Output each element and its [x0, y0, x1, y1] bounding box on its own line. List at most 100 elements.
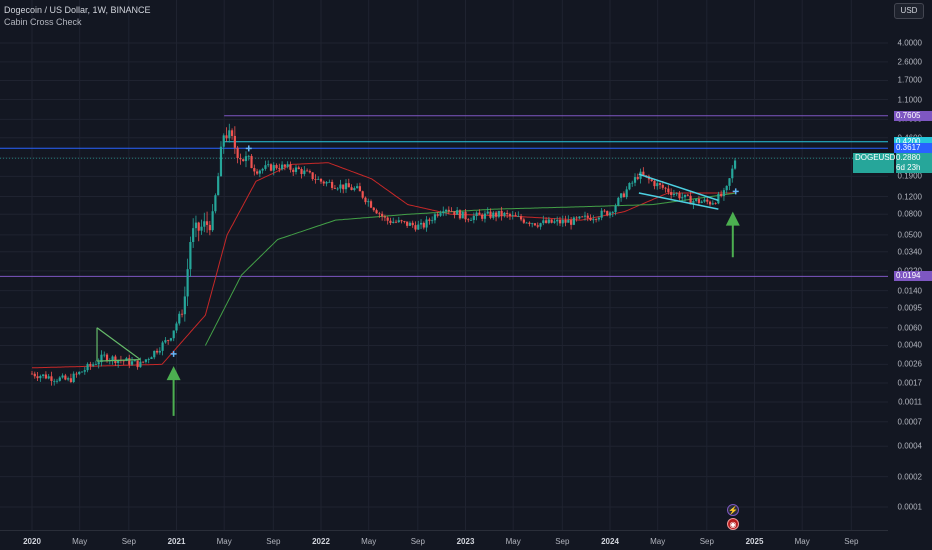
time-tick: May	[794, 537, 810, 546]
candle-body	[383, 216, 387, 218]
candle-body	[664, 187, 667, 189]
candle-body	[356, 186, 359, 189]
candle-body	[453, 211, 456, 215]
candle-body	[331, 181, 334, 188]
lightning-icon[interactable]: ⚡	[727, 504, 739, 516]
candle-body	[556, 219, 559, 222]
candle-body	[369, 201, 373, 208]
candle-body	[139, 361, 142, 368]
price-tick: 0.0800	[897, 209, 922, 219]
time-tick: 2024	[601, 537, 619, 546]
candle-body	[411, 222, 414, 226]
candle-body	[72, 373, 75, 382]
indicator-label[interactable]: Cabin Cross Check	[4, 16, 151, 28]
level-price-tag: 0.7605	[894, 110, 932, 121]
candle-body	[247, 155, 250, 157]
candle-body	[130, 361, 134, 365]
price-tick: 0.1200	[897, 192, 922, 202]
candle-body	[64, 375, 67, 380]
candle-body	[467, 219, 470, 221]
candle-body	[611, 212, 614, 213]
candle-body	[197, 222, 200, 231]
price-axis[interactable]: 4.00002.60001.70001.10000.70000.46000.29…	[888, 0, 932, 530]
candle-body	[728, 178, 731, 186]
candle-body	[417, 224, 420, 230]
candle-body	[381, 213, 384, 217]
candle-body	[194, 222, 198, 229]
candle-body	[392, 221, 395, 223]
candle-body	[550, 219, 553, 223]
candle-body	[386, 217, 389, 221]
chart-legend: Dogecoin / US Dollar, 1W, BINANCE Cabin …	[4, 4, 151, 28]
candle-body	[264, 165, 267, 169]
time-tick: Sep	[266, 537, 281, 546]
candle-body	[89, 363, 92, 366]
candle-body	[189, 242, 192, 270]
price-plot[interactable]	[0, 0, 888, 530]
candle-body	[208, 224, 211, 231]
chart-root[interactable]: Dogecoin / US Dollar, 1W, BINANCE Cabin …	[0, 0, 932, 550]
moving-average-line	[32, 162, 736, 369]
drawings	[96, 145, 740, 416]
candle-body	[536, 225, 539, 227]
candle-body	[569, 220, 573, 225]
candle-body	[706, 199, 709, 202]
candle-body	[586, 215, 589, 218]
candle-body	[353, 188, 356, 191]
candle-body	[211, 211, 214, 231]
level-price-tag: 0.0194	[894, 271, 932, 282]
candle-body	[567, 220, 570, 223]
candle-body	[461, 211, 464, 219]
candle-body	[61, 375, 64, 378]
candle-body	[700, 201, 703, 203]
candle-body	[522, 219, 525, 223]
candle-body	[708, 201, 712, 205]
price-tick: 0.0026	[897, 359, 922, 369]
time-tick: May	[361, 537, 377, 546]
time-tick: Sep	[410, 537, 425, 546]
candle-body	[94, 364, 98, 366]
candle-body	[242, 159, 245, 162]
price-tick: 0.0095	[897, 303, 922, 313]
candle-body	[431, 220, 434, 222]
candle-body	[464, 211, 467, 220]
candle-body	[361, 191, 364, 198]
candle-body	[697, 198, 701, 203]
candle-body	[572, 217, 575, 225]
price-tick: 0.0060	[897, 323, 922, 333]
candle-body	[614, 205, 617, 213]
candle-body	[703, 199, 706, 202]
candle-body	[253, 168, 256, 172]
candle-body	[172, 330, 175, 339]
price-tick: 4.0000	[897, 38, 922, 48]
time-tick: 2022	[312, 537, 330, 546]
up-arrow	[166, 366, 181, 416]
candle-body	[144, 359, 148, 362]
candle-body	[597, 217, 600, 220]
time-tick: May	[650, 537, 666, 546]
candle-body	[583, 215, 587, 217]
candle-body	[425, 219, 428, 228]
candle-body	[114, 356, 117, 363]
symbol-title[interactable]: Dogecoin / US Dollar, 1W, BINANCE	[4, 4, 151, 16]
candle-body	[58, 377, 61, 381]
candle-body	[283, 164, 286, 167]
candle-body	[419, 222, 423, 225]
candle-body	[483, 213, 487, 219]
candle-body	[306, 170, 309, 172]
candle-body	[317, 178, 320, 180]
price-tick: 0.0340	[897, 247, 922, 257]
candle-body	[192, 228, 195, 243]
candle-body	[661, 184, 664, 188]
candle-body	[83, 370, 86, 372]
candle-body	[167, 340, 170, 341]
candle-body	[175, 323, 178, 331]
us-flag-icon[interactable]: ◉	[727, 518, 739, 530]
candle-body	[628, 183, 631, 190]
candle-body	[319, 178, 323, 182]
candle-body	[544, 220, 548, 223]
candle-body	[528, 222, 531, 224]
candle-body	[111, 356, 114, 361]
time-axis[interactable]: 2020 May Sep 2021 May Sep 2022 May Sep 2023 May Sep…	[0, 530, 888, 550]
time-tick: Sep	[121, 537, 136, 546]
